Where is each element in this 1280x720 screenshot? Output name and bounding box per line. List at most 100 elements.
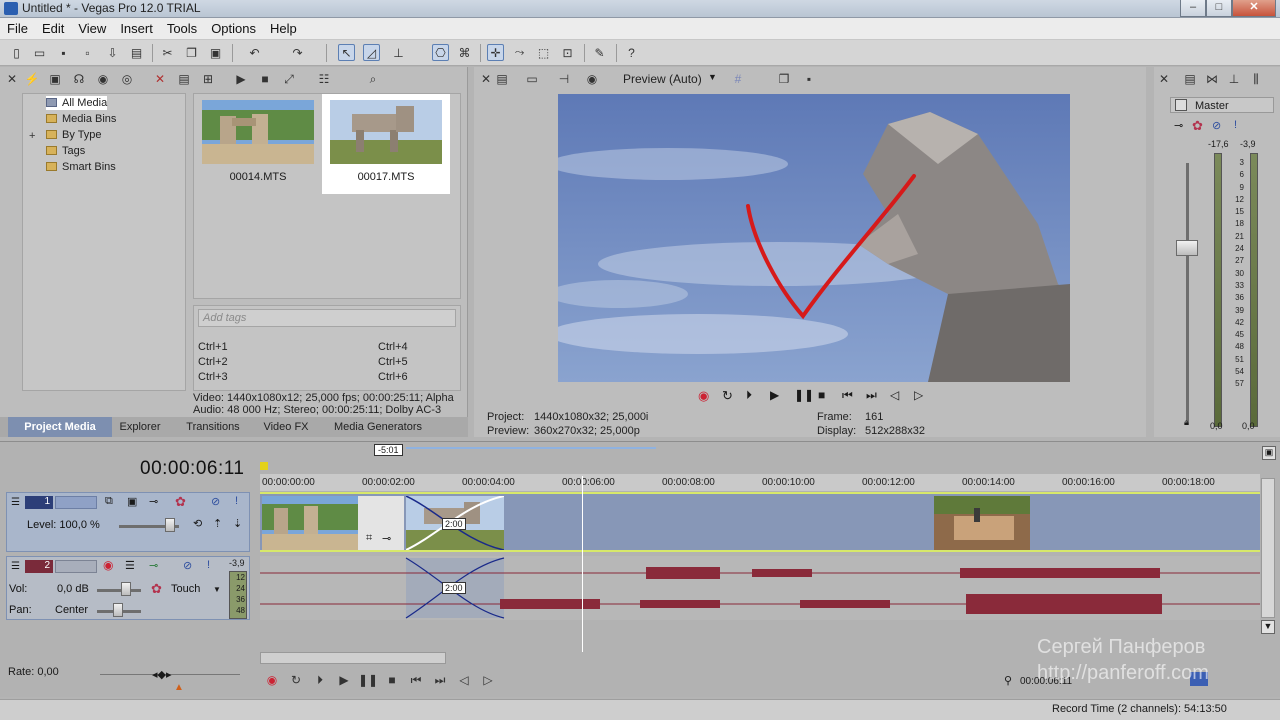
tree-item-by-type[interactable]: By Type: [46, 128, 102, 142]
rate-slider[interactable]: ◂◆▸: [152, 668, 172, 681]
audio-track-lane[interactable]: 2:00: [260, 556, 1260, 620]
lock-envelopes-icon[interactable]: ⌘: [456, 44, 473, 61]
properties-icon[interactable]: ▤: [128, 44, 145, 61]
brush-icon[interactable]: ✎: [591, 44, 608, 61]
open-icon[interactable]: ▭: [31, 44, 48, 61]
previous-frame-icon[interactable]: ◁: [890, 388, 899, 402]
tab-explorer[interactable]: Explorer: [112, 417, 168, 437]
pause-icon[interactable]: ❚❚: [794, 388, 814, 402]
plugin-icon[interactable]: ⊞: [200, 71, 216, 87]
loop-region-bar[interactable]: [406, 447, 656, 449]
pause-icon[interactable]: ❚❚: [358, 672, 378, 688]
envelope-tool-icon[interactable]: ◿: [363, 44, 380, 61]
master-insert-fx-icon[interactable]: ⊸: [1174, 119, 1183, 132]
pin-icon[interactable]: ✕: [1156, 71, 1172, 87]
tag-shortcut[interactable]: Ctrl+3: [198, 371, 228, 383]
in-point-marker[interactable]: [260, 462, 268, 470]
loop-icon[interactable]: ↻: [722, 388, 733, 404]
new-icon[interactable]: ▯: [8, 44, 25, 61]
record-icon[interactable]: ◉: [698, 388, 709, 404]
fx-bypass-icon[interactable]: ◉: [584, 71, 600, 87]
master-mute-icon[interactable]: ⊘: [1212, 119, 1221, 132]
video-track-header[interactable]: ☰ 1 ⧉ ▣ ⊸ ✿ ⊘ ! Level: 100,0 % ⟲ ⇡ ⇣: [6, 492, 250, 552]
paste-icon[interactable]: ▣: [207, 44, 224, 61]
solo-icon[interactable]: !: [235, 495, 238, 507]
views-icon[interactable]: ☷: [316, 71, 332, 87]
level-slider[interactable]: [165, 518, 175, 532]
auto-preview-icon[interactable]: ⤢: [281, 71, 297, 87]
ignore-grouping-icon[interactable]: ✛: [487, 44, 504, 61]
vertical-scrollbar[interactable]: [1261, 478, 1275, 618]
play-from-start-icon[interactable]: ⏵: [746, 388, 752, 403]
loop-playback-icon[interactable]: ↻: [288, 672, 304, 688]
close-button[interactable]: ✕: [1232, 0, 1276, 17]
media-item-selected[interactable]: 00017.MTS: [322, 94, 450, 194]
go-to-end-icon[interactable]: ⏭: [866, 388, 877, 403]
cut-icon[interactable]: ✂: [159, 44, 176, 61]
master-fader[interactable]: [1176, 240, 1198, 256]
pin-icon[interactable]: ✕: [478, 71, 494, 87]
play-from-start-icon[interactable]: ⏵: [312, 672, 328, 688]
tag-shortcut[interactable]: Ctrl+5: [378, 356, 408, 368]
import-media-icon[interactable]: ⚡: [24, 71, 40, 87]
video-clip-thumbnail[interactable]: [262, 496, 358, 550]
tree-item-all-media[interactable]: All Media: [46, 96, 108, 110]
menu-tools[interactable]: Tools: [160, 18, 204, 39]
stop-icon[interactable]: ■: [818, 388, 825, 402]
stop-media-icon[interactable]: ■: [257, 71, 273, 87]
remove-icon[interactable]: ✕: [152, 71, 168, 87]
tab-transitions[interactable]: Transitions: [178, 417, 248, 437]
tree-item-smart-bins[interactable]: Smart Bins: [46, 160, 116, 174]
scroll-down-icon[interactable]: ▼: [1261, 620, 1275, 634]
minimize-button[interactable]: –: [1180, 0, 1206, 17]
save-as-icon[interactable]: ▫: [79, 44, 96, 61]
chevron-down-icon[interactable]: ▼: [213, 585, 221, 594]
menu-options[interactable]: Options: [204, 18, 263, 39]
copy-icon[interactable]: ❐: [183, 44, 200, 61]
audio-waveform[interactable]: [260, 556, 1260, 620]
video-clip-extension[interactable]: ⌗ ⊸: [358, 496, 404, 550]
timecode-display[interactable]: 00:00:06:11: [140, 458, 244, 480]
menu-insert[interactable]: Insert: [113, 18, 160, 39]
track-fx-icon[interactable]: ✿: [175, 494, 186, 510]
record-icon[interactable]: ◉: [264, 672, 280, 688]
get-media-icon[interactable]: ☊: [71, 71, 87, 87]
dim-output-icon[interactable]: ⊥: [1226, 71, 1242, 87]
mixer-properties-icon[interactable]: ▤: [1182, 71, 1198, 87]
mute-icon[interactable]: ⊘: [183, 559, 192, 572]
external-monitor-icon[interactable]: ▭: [524, 71, 540, 87]
overlays-icon[interactable]: #: [730, 71, 746, 87]
media-fx-icon[interactable]: ▤: [176, 71, 192, 87]
refresh-icon[interactable]: ◉: [95, 71, 111, 87]
solo-icon[interactable]: !: [207, 559, 210, 571]
mute-icon[interactable]: ⊘: [211, 495, 220, 508]
play-media-icon[interactable]: ▶: [233, 71, 249, 87]
track-fx-icon[interactable]: ✿: [151, 581, 162, 597]
horizontal-scrollbar[interactable]: [260, 652, 446, 664]
master-fx-icon[interactable]: ✿: [1192, 118, 1203, 134]
compositing-mode-icon[interactable]: ⧉: [105, 495, 113, 508]
save-icon[interactable]: ▪: [55, 44, 72, 61]
video-clip-thumbnail[interactable]: [934, 496, 1030, 550]
lock-icon[interactable]: 🔒︎: [1184, 417, 1189, 428]
arm-for-record-icon[interactable]: ◉: [103, 558, 113, 572]
copy-snapshot-icon[interactable]: ❐: [776, 71, 792, 87]
motion-blur-icon[interactable]: ⊸: [149, 495, 158, 508]
expand-icon[interactable]: +: [29, 130, 35, 142]
split-screen-icon[interactable]: ⊣: [556, 71, 572, 87]
composite-child-icon[interactable]: ⇣: [233, 517, 242, 530]
tag-shortcut[interactable]: Ctrl+6: [378, 371, 408, 383]
go-to-start-icon[interactable]: ⏮: [842, 388, 853, 403]
normal-edit-tool-icon[interactable]: ↖: [338, 44, 355, 61]
previous-frame-icon[interactable]: ◁: [456, 672, 472, 688]
crop-icon[interactable]: ⌗: [366, 532, 372, 545]
track-name-field[interactable]: [55, 560, 97, 573]
collapse-icon[interactable]: ☰: [11, 497, 20, 508]
tag-shortcut[interactable]: Ctrl+1: [198, 341, 228, 353]
downmix-icon[interactable]: ⋈: [1204, 71, 1220, 87]
collapse-icon[interactable]: ☰: [11, 561, 20, 572]
redo-icon[interactable]: ↷: [289, 44, 306, 61]
meter-icon[interactable]: ⫼: [1248, 71, 1264, 87]
go-to-end-icon[interactable]: ⏭: [432, 672, 448, 688]
make-compositing-child-icon[interactable]: ▣: [127, 495, 137, 508]
